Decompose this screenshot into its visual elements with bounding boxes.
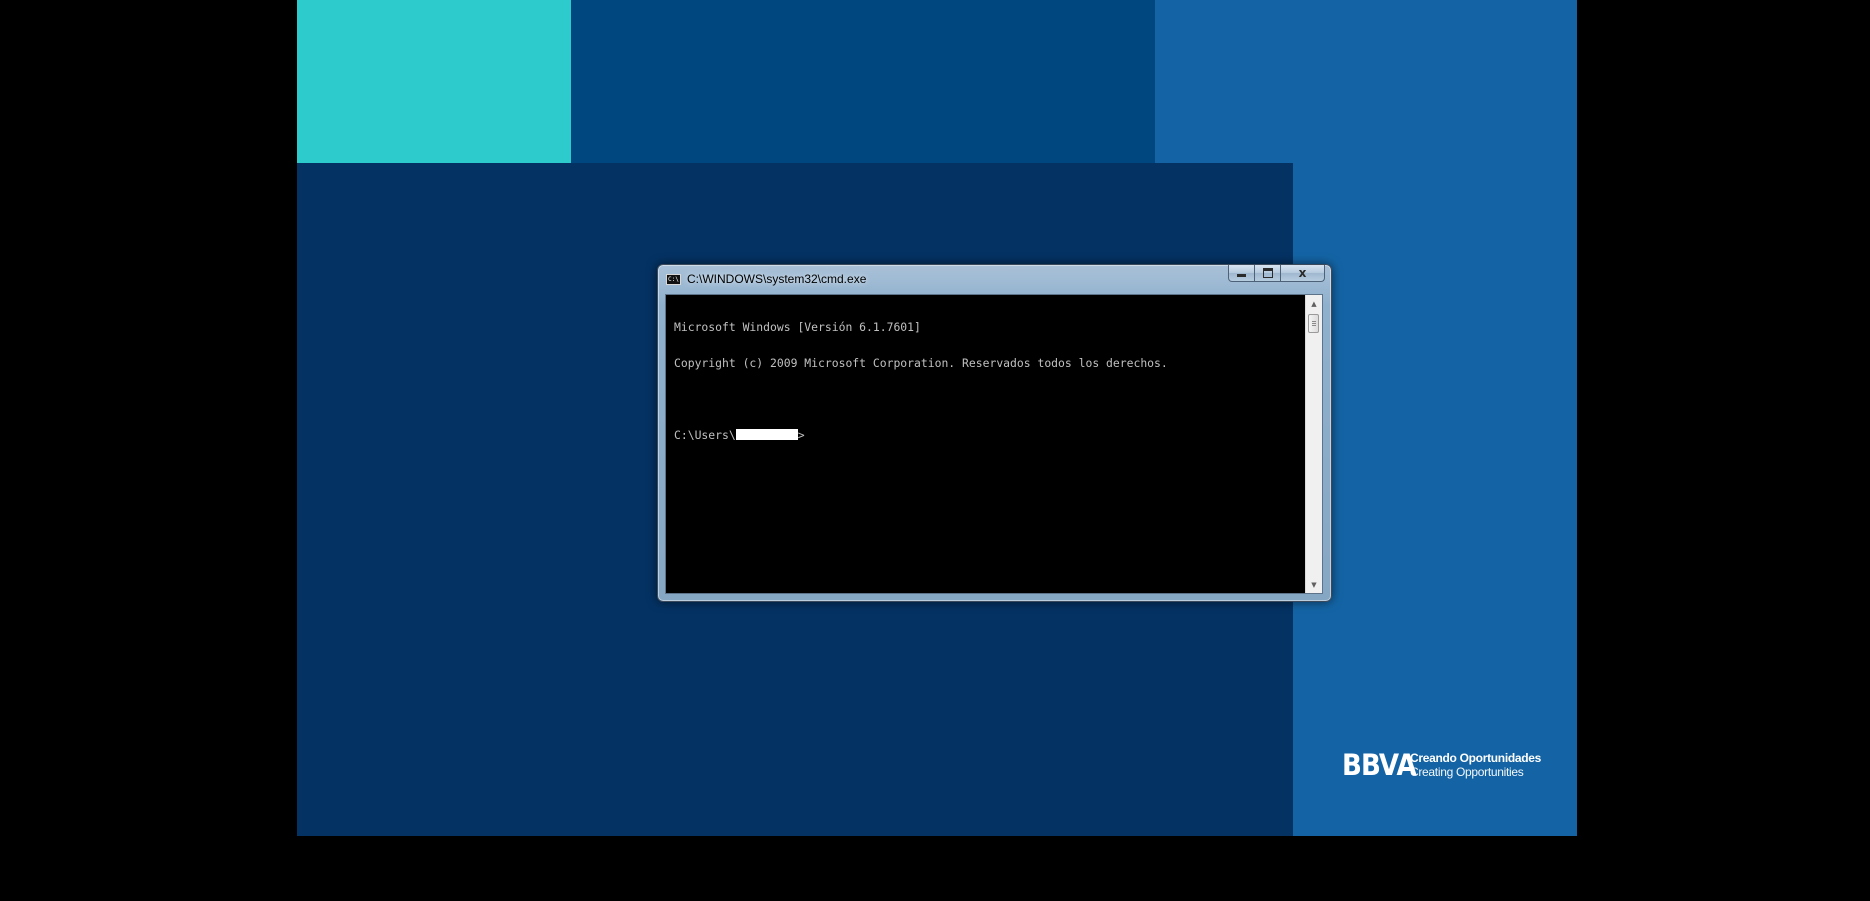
console-app-icon-text: C:\ bbox=[668, 276, 679, 283]
wallpaper-teal-block bbox=[297, 0, 571, 163]
redacted-username bbox=[735, 429, 798, 440]
scrollbar-thumb[interactable] bbox=[1308, 314, 1319, 333]
scroll-up-arrow-icon[interactable]: ▲ bbox=[1306, 295, 1322, 312]
maximize-button[interactable] bbox=[1255, 265, 1281, 282]
scroll-down-arrow-icon[interactable]: ▼ bbox=[1306, 576, 1322, 593]
bbva-logo-mark: BBVA bbox=[1342, 748, 1417, 782]
tagline-english: Creating Opportunities bbox=[1410, 765, 1524, 779]
vertical-scrollbar[interactable]: ▲ ▼ bbox=[1305, 295, 1322, 593]
close-icon: x bbox=[1298, 266, 1307, 280]
screen: BBVA Creando Oportunidades Creating Oppo… bbox=[0, 0, 1870, 901]
bbva-logo: BBVA Creando Oportunidades Creating Oppo… bbox=[1342, 748, 1541, 782]
cmd-window[interactable]: C:\ C:\WINDOWS\system32\cmd.exe x Micros… bbox=[657, 264, 1332, 602]
wallpaper-mid-blue-block bbox=[571, 0, 1155, 163]
close-button[interactable]: x bbox=[1281, 265, 1325, 282]
console-prompt-line[interactable]: C:\Users\ > bbox=[674, 429, 1168, 441]
minimize-icon bbox=[1237, 274, 1246, 277]
console-app-icon[interactable]: C:\ bbox=[666, 274, 681, 285]
bbva-tagline: Creando Oportunidades Creating Opportuni… bbox=[1410, 751, 1541, 779]
window-title: C:\WINDOWS\system32\cmd.exe bbox=[687, 272, 867, 286]
wallpaper-light-blue-block bbox=[1293, 163, 1577, 836]
thumb-grip-line bbox=[1312, 323, 1316, 324]
tagline-spanish: Creando Oportunidades bbox=[1410, 751, 1542, 765]
console-output[interactable]: Microsoft Windows [Versión 6.1.7601] Cop… bbox=[674, 297, 1168, 465]
thumb-grip-line bbox=[1312, 321, 1316, 322]
console-line-version: Microsoft Windows [Versión 6.1.7601] bbox=[674, 320, 921, 334]
maximize-icon bbox=[1262, 268, 1273, 278]
minimize-button[interactable] bbox=[1228, 265, 1255, 282]
console-line-copyright: Copyright (c) 2009 Microsoft Corporation… bbox=[674, 356, 1168, 370]
console-area[interactable]: Microsoft Windows [Versión 6.1.7601] Cop… bbox=[665, 294, 1323, 594]
prompt-path: C:\Users\ bbox=[674, 428, 736, 442]
window-controls: x bbox=[1228, 265, 1325, 283]
window-titlebar[interactable]: C:\ C:\WINDOWS\system32\cmd.exe x bbox=[658, 265, 1331, 291]
wallpaper-light-blue-top-block bbox=[1155, 0, 1577, 163]
thumb-grip-line bbox=[1312, 325, 1316, 326]
prompt-symbol: > bbox=[797, 428, 805, 442]
